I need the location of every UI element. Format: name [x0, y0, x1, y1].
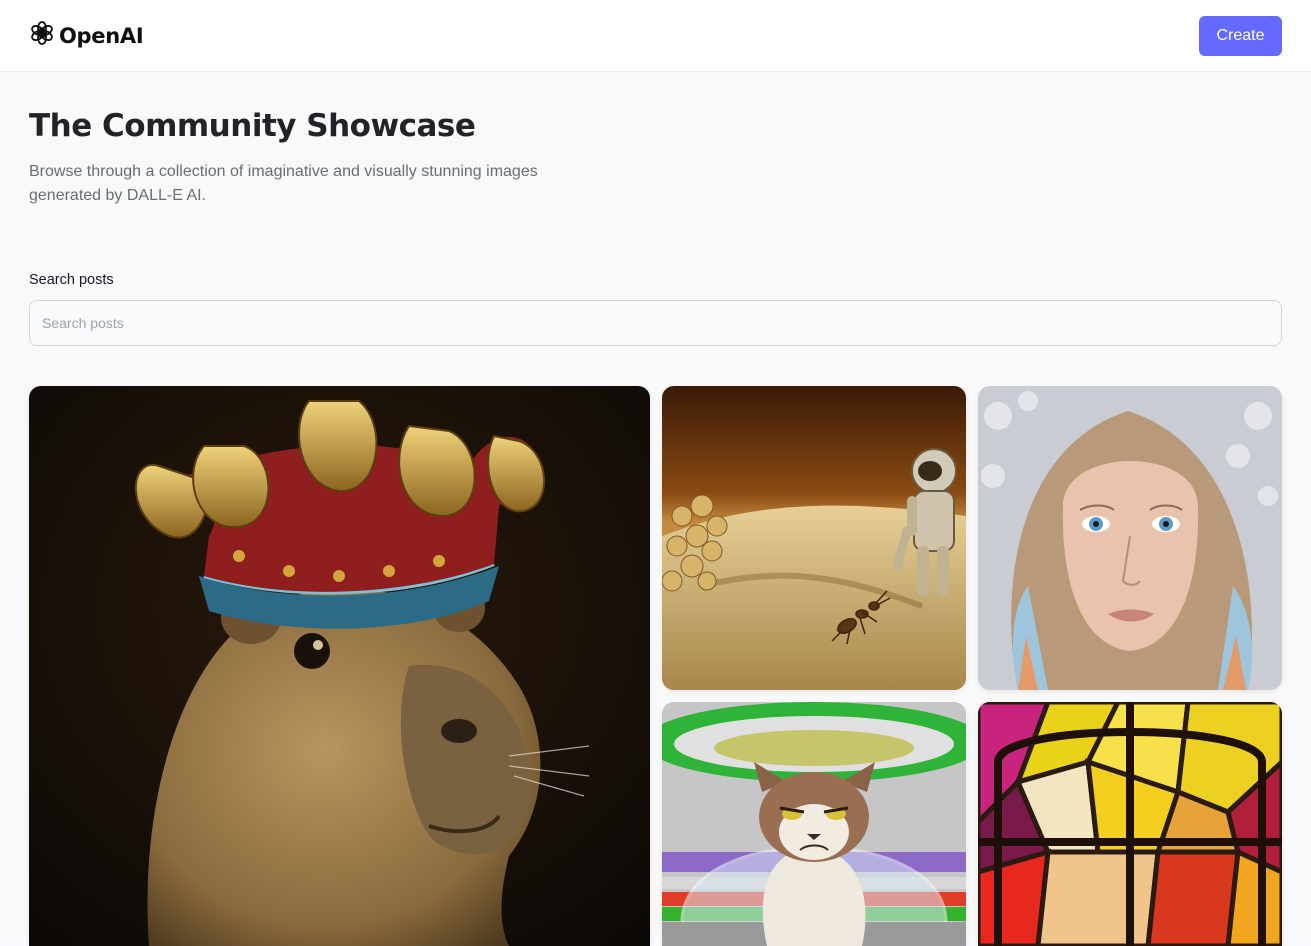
logo-text: OpenAI: [59, 23, 144, 48]
woman-portrait-image: [978, 386, 1282, 690]
openai-logo-icon: [29, 20, 55, 51]
page-subtitle: Browse through a collection of imaginati…: [29, 163, 538, 204]
search-input[interactable]: [29, 300, 1282, 346]
gallery-card[interactable]: [978, 702, 1282, 946]
gallery-card[interactable]: [662, 386, 966, 690]
page-title: The Community Showcase: [29, 108, 476, 144]
create-button[interactable]: Create: [1199, 15, 1282, 56]
search-label: Search posts: [29, 272, 114, 288]
gallery-card[interactable]: [29, 386, 650, 946]
gallery-card[interactable]: [978, 386, 1282, 690]
capybara-crown-image: [29, 386, 650, 946]
stained-glass-image: [978, 702, 1282, 946]
logo[interactable]: OpenAI: [29, 20, 144, 51]
gallery-card[interactable]: [662, 702, 966, 946]
top-nav: OpenAI Create: [0, 0, 1311, 72]
grumpy-cat-dome-image: [662, 702, 966, 946]
astronaut-ant-image: [662, 386, 966, 690]
